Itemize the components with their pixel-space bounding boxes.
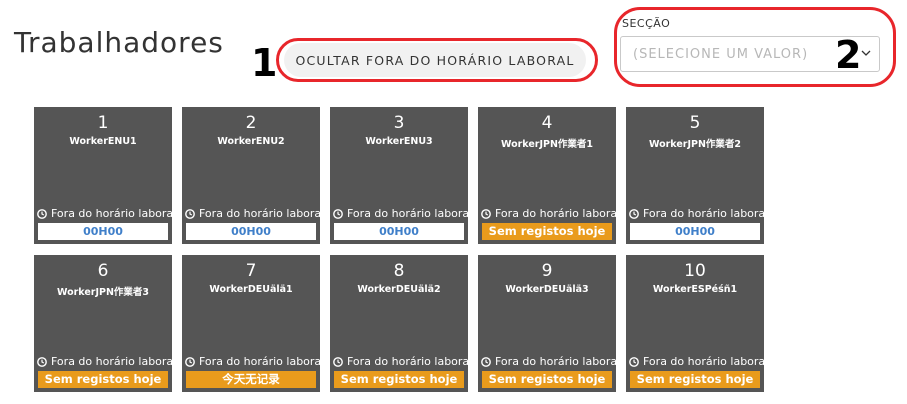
worker-name: WorkerENU1 (69, 136, 137, 147)
worker-status-text: Fora do horário laboral (495, 355, 621, 368)
no-records-badge: Sem registos hoje (334, 371, 464, 388)
worker-time-badge: 00H00 (334, 223, 464, 240)
worker-status-text: Fora do horário laboral (643, 207, 769, 220)
worker-card[interactable]: 4 WorkerJPN作業者1 Fora do horário laboral … (478, 107, 620, 244)
clock-icon (629, 356, 639, 367)
worker-number: 6 (97, 261, 109, 281)
worker-name: WorkerENU3 (365, 136, 433, 147)
clock-icon (37, 208, 47, 219)
worker-status: Fora do horário laboral (185, 355, 324, 368)
worker-card[interactable]: 3 WorkerENU3 Fora do horário laboral 00H… (330, 107, 472, 244)
worker-status: Fora do horário laboral (333, 207, 472, 220)
worker-card[interactable]: 6 WorkerJPN作業者3 Fora do horário laboral … (34, 255, 176, 392)
section-select-placeholder: (SELECIONE UM VALOR) (633, 47, 809, 62)
worker-status: Fora do horário laboral (481, 207, 620, 220)
clock-icon (37, 356, 47, 367)
worker-status: Fora do horário laboral (629, 207, 768, 220)
worker-time-badge: 00H00 (38, 223, 168, 240)
worker-name: WorkerJPN作業者2 (648, 139, 742, 150)
worker-name: WorkerDEUälä1 (209, 284, 293, 295)
worker-number: 5 (689, 113, 701, 133)
chevron-down-icon (861, 50, 871, 56)
worker-status: Fora do horário laboral (37, 207, 176, 220)
workers-page: Trabalhadores 1 OCULTAR FORA DO HORÁRIO … (0, 0, 907, 404)
clock-icon (481, 208, 491, 219)
worker-status-text: Fora do horário laboral (495, 207, 621, 220)
worker-card[interactable]: 9 WorkerDEUälä3 Fora do horário laboral … (478, 255, 620, 392)
annotation-marker-2: 2 (835, 33, 862, 77)
no-records-badge: Sem registos hoje (630, 371, 760, 388)
worker-number: 9 (541, 261, 553, 281)
annotation-marker-1: 1 (251, 41, 278, 85)
clock-icon (481, 356, 491, 367)
worker-status-text: Fora do horário laboral (347, 355, 473, 368)
worker-status-text: Fora do horário laboral (643, 355, 769, 368)
worker-time-badge: 00H00 (630, 223, 760, 240)
no-records-badge: Sem registos hoje (38, 371, 168, 388)
no-records-badge: 今天无记录 (186, 371, 316, 388)
clock-icon (333, 356, 343, 367)
worker-card[interactable]: 7 WorkerDEUälä1 Fora do horário laboral … (182, 255, 324, 392)
worker-card[interactable]: 10 WorkerESPéśñ1 Fora do horário laboral… (626, 255, 768, 392)
worker-number: 8 (393, 261, 405, 281)
worker-status: Fora do horário laboral (333, 355, 472, 368)
worker-name: WorkerJPN作業者1 (500, 139, 594, 150)
worker-number: 4 (541, 113, 553, 133)
worker-card[interactable]: 8 WorkerDEUälä2 Fora do horário laboral … (330, 255, 472, 392)
worker-status: Fora do horário laboral (185, 207, 324, 220)
worker-number: 1 (97, 113, 109, 133)
worker-card[interactable]: 2 WorkerENU2 Fora do horário laboral 00H… (182, 107, 324, 244)
worker-status-text: Fora do horário laboral (199, 355, 325, 368)
worker-status-text: Fora do horário laboral (51, 355, 177, 368)
worker-status-text: Fora do horário laboral (199, 207, 325, 220)
worker-status: Fora do horário laboral (481, 355, 620, 368)
worker-name: WorkerJPN作業者3 (56, 287, 150, 298)
clock-icon (333, 208, 343, 219)
no-records-badge: Sem registos hoje (482, 371, 612, 388)
worker-number: 2 (245, 113, 257, 133)
page-title: Trabalhadores (14, 26, 224, 59)
clock-icon (185, 208, 195, 219)
worker-status-text: Fora do horário laboral (347, 207, 473, 220)
worker-number: 7 (245, 261, 257, 281)
worker-status-text: Fora do horário laboral (51, 207, 177, 220)
worker-status: Fora do horário laboral (629, 355, 768, 368)
section-filter-label: SECÇÃO (622, 17, 671, 30)
worker-number: 3 (393, 113, 405, 133)
worker-name: WorkerESPéśñ1 (652, 284, 738, 295)
worker-name: WorkerDEUälä3 (505, 284, 589, 295)
worker-card[interactable]: 1 WorkerENU1 Fora do horário laboral 00H… (34, 107, 176, 244)
hide-off-hours-button[interactable]: OCULTAR FORA DO HORÁRIO LABORAL (284, 43, 586, 77)
worker-name: WorkerENU2 (217, 136, 285, 147)
clock-icon (185, 356, 195, 367)
no-records-badge: Sem registos hoje (482, 223, 612, 240)
worker-number: 10 (684, 261, 706, 281)
worker-name: WorkerDEUälä2 (357, 284, 441, 295)
worker-status: Fora do horário laboral (37, 355, 176, 368)
worker-card[interactable]: 5 WorkerJPN作業者2 Fora do horário laboral … (626, 107, 768, 244)
worker-time-badge: 00H00 (186, 223, 316, 240)
clock-icon (629, 208, 639, 219)
